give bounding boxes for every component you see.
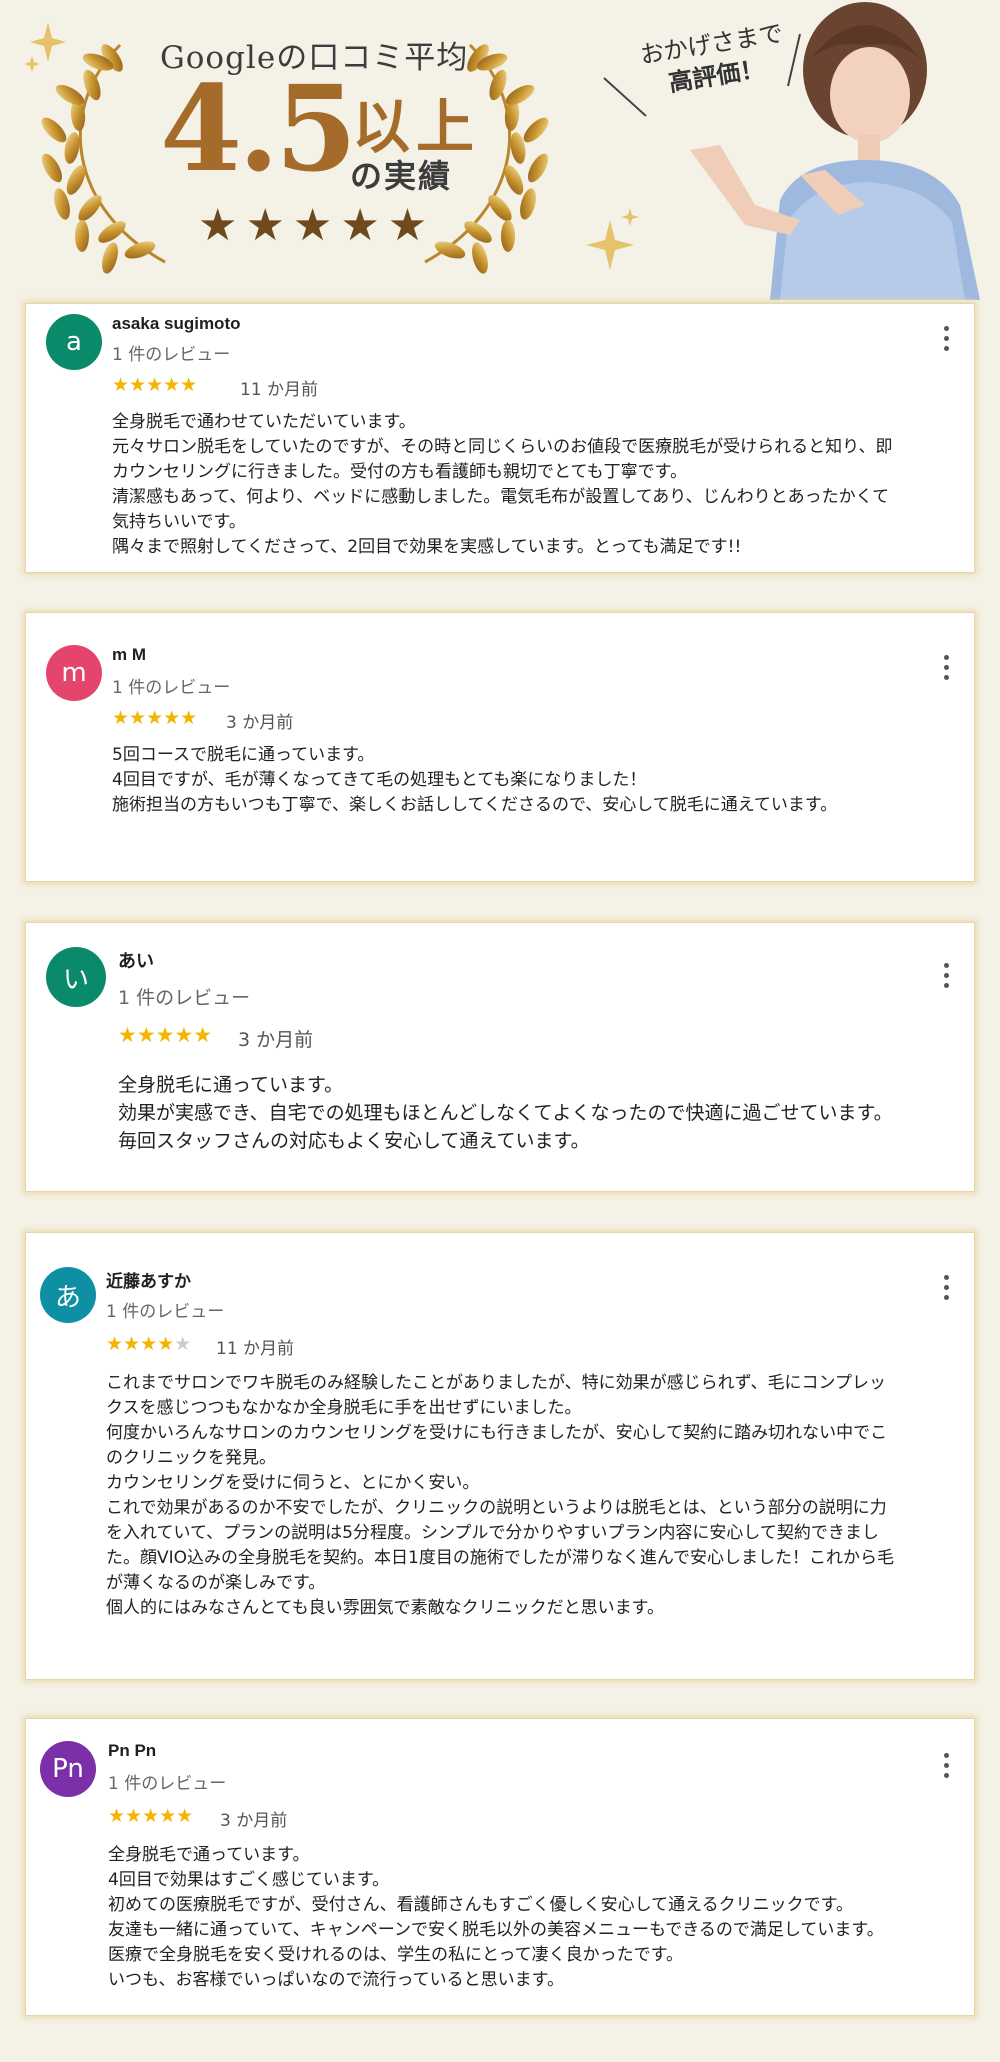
review-line: 全身脱毛で通っています。 xyxy=(108,1845,310,1865)
review-line: 効果が実感でき、自宅での処理もほとんどしなくてよくなったので快適に過ごせています… xyxy=(118,1102,893,1124)
review-card: a asaka sugimoto 1 件のレビュー ★★★★★ 11 か月前 全… xyxy=(25,303,975,573)
review-time: 3 か月前 xyxy=(220,1811,288,1831)
stars-on: ★★★★ xyxy=(106,1333,175,1355)
review-count: 1 件のレビュー xyxy=(108,1774,227,1794)
reviewer-name[interactable]: 近藤あすか xyxy=(106,1267,191,1292)
rating-stars-icon: ★★★★★ xyxy=(112,374,197,396)
review-line: 元々サロン脱毛をしていたのですが、その時と同じくらいのお値段で医療脱毛が受けられ… xyxy=(112,437,893,457)
stars-on: ★★★★★ xyxy=(118,1023,213,1047)
review-line: これで効果があるのか不安でしたが、クリニックの説明というよりは脱毛とは、という部… xyxy=(106,1498,887,1518)
review-time: 3 か月前 xyxy=(238,1029,314,1051)
review-line: 全身脱毛で通わせていただいています。 xyxy=(112,412,416,432)
reviewer-name[interactable]: asaka sugimoto xyxy=(112,314,241,334)
laurel-left-icon xyxy=(37,40,166,276)
rating-stars-icon: ★★★★★ xyxy=(106,1333,191,1355)
review-count: 1 件のレビュー xyxy=(106,1302,225,1322)
review-line: た。顔VIO込みの全身脱毛を契約。本日1度目の施術でしたが滞りなく進んで安心しま… xyxy=(106,1548,894,1568)
review-line: 施術担当の方もいつも丁寧で、楽しくお話ししてくださるので、安心して脱毛に通えてい… xyxy=(112,795,838,815)
review-line: 清潔感もあって、何より、ベッドに感動しました。電気毛布が設置してあり、じんわりと… xyxy=(112,487,890,507)
review-line: が薄くなるのが楽しみです。 xyxy=(106,1573,326,1593)
review-card: Pn Pn Pn 1 件のレビュー ★★★★★ 3 か月前 全身脱毛で通っていま… xyxy=(25,1718,975,2016)
stars-off: ★ xyxy=(174,1333,192,1355)
review-line: 個人的にはみなさんとても良い雰囲気で素敵なクリニックだと思います。 xyxy=(106,1598,664,1618)
review-text: これまでサロンでワキ脱毛のみ経験したことがありましたが、特に効果が感じられず、毛… xyxy=(106,1371,976,1621)
stars-on: ★★★★★ xyxy=(112,707,198,729)
rating-stars-icon: ★★★★★ xyxy=(118,1023,212,1047)
review-line: 4回目ですが、毛が薄くなってきて毛の処理もとても楽になりました！ xyxy=(112,770,647,790)
review-line: これまでサロンでワキ脱毛のみ経験したことがありましたが、特に効果が感じられず、毛… xyxy=(106,1373,886,1393)
review-card: い あい 1 件のレビュー ★★★★★ 3 か月前 全身脱毛に通っています。 効… xyxy=(25,922,975,1192)
review-line: クスを感じつつもなかなか全身脱毛に手を出せずにいました。 xyxy=(106,1398,582,1418)
review-line: 気持ちいいです。 xyxy=(112,512,246,532)
review-text: 全身脱毛に通っています。 効果が実感でき、自宅での処理もほとんどしなくてよくなっ… xyxy=(118,1071,978,1155)
review-line: 何度かいろんなサロンのカウンセリングを受けにも行きましたが、安心して契約に踏み切… xyxy=(106,1423,888,1443)
more-options-icon[interactable] xyxy=(944,1753,952,1783)
rating-stars-icon: ★★★★★ xyxy=(112,707,197,729)
review-line: を入れていて、プランの説明は5分程度。シンプルで分かりやすいプラン内容に安心して… xyxy=(106,1523,879,1543)
review-card: m m M 1 件のレビュー ★★★★★ 3 か月前 5回コースで脱毛に通ってい… xyxy=(25,612,975,882)
review-time: 3 か月前 xyxy=(226,713,294,733)
hero-achievement-label: の実績 xyxy=(350,157,453,195)
review-line: 5回コースで脱毛に通っています。 xyxy=(112,745,375,765)
review-text: 5回コースで脱毛に通っています。 4回目ですが、毛が薄くなってきて毛の処理もとて… xyxy=(112,743,972,818)
review-time: 11 か月前 xyxy=(216,1339,295,1359)
review-line: 初めての医療脱毛ですが、受付さん、看護師さんもすごく優しく安心して通えるクリニッ… xyxy=(108,1895,853,1915)
review-count: 1 件のレビュー xyxy=(118,987,251,1009)
review-line: 隅々まで照射してくださって、2回目で効果を実感しています。とっても満足です!! xyxy=(112,537,742,557)
hero-banner: Googleの口コミ平均 4.5 以上 の実績 ★★★★★ おかげさまで 高評価… xyxy=(0,0,1000,300)
laurel-wreath-graphic xyxy=(24,2,980,300)
more-options-icon[interactable] xyxy=(944,963,952,993)
avatar: a xyxy=(46,314,102,370)
stars-on: ★★★★★ xyxy=(108,1805,194,1827)
more-options-icon[interactable] xyxy=(944,655,952,685)
review-line: 4回目で効果はすごく感じています。 xyxy=(108,1870,390,1890)
review-count: 1 件のレビュー xyxy=(112,345,231,365)
reviewer-name[interactable]: あい xyxy=(118,947,154,973)
stars-on: ★★★★★ xyxy=(112,374,198,396)
review-line: いつも、お客様でいっぱいなので流行っていると思います。 xyxy=(108,1970,564,1990)
review-line: カウンセリングに行きました。受付の方も看護師も親切でとても丁寧です。 xyxy=(112,462,687,482)
avatar: m xyxy=(46,645,102,701)
reviewer-name[interactable]: Pn Pn xyxy=(108,1741,156,1761)
hero-stars-icon: ★★★★★ xyxy=(198,200,436,251)
review-line: 医療で全身脱毛を安く受けれるのは、学生の私にとって凄く良かったです。 xyxy=(108,1945,683,1965)
review-text: 全身脱毛で通っています。 4回目で効果はすごく感じています。 初めての医療脱毛で… xyxy=(108,1843,974,1993)
review-count: 1 件のレビュー xyxy=(112,678,231,698)
more-options-icon[interactable] xyxy=(944,1275,952,1305)
reviewer-name[interactable]: m M xyxy=(112,645,146,665)
avatar: あ xyxy=(40,1267,96,1323)
review-line: カウンセリングを受けに伺うと、とにかく安い。 xyxy=(106,1473,480,1493)
hero-score: 4.5 xyxy=(160,59,357,198)
avatar: い xyxy=(46,947,106,1007)
review-card: あ 近藤あすか 1 件のレビュー ★★★★★ 11 か月前 これまでサロンでワキ… xyxy=(25,1232,975,1680)
review-line: 友達も一緒に通っていて、キャンペーンで安く脱毛以外の美容メニューもできるので満足… xyxy=(108,1920,884,1940)
review-line: のクリニックを発見。 xyxy=(106,1448,276,1468)
review-line: 毎回スタッフさんの対応もよく安心して通えています。 xyxy=(118,1130,590,1152)
review-time: 11 か月前 xyxy=(240,380,319,400)
avatar: Pn xyxy=(40,1741,96,1797)
review-text: 全身脱毛で通わせていただいています。 元々サロン脱毛をしていたのですが、その時と… xyxy=(112,410,972,560)
hero-above-label: 以上 xyxy=(352,93,481,161)
more-options-icon[interactable] xyxy=(944,326,952,356)
review-line: 全身脱毛に通っています。 xyxy=(118,1074,344,1096)
rating-stars-icon: ★★★★★ xyxy=(108,1805,193,1827)
